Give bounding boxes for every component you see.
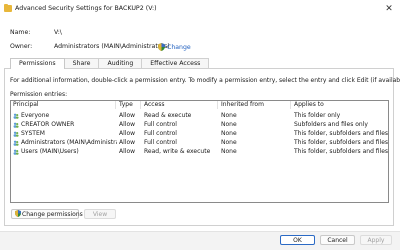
column-separator[interactable] xyxy=(140,101,141,109)
column-header-applies[interactable]: Applies to xyxy=(294,101,324,108)
tab-permissions[interactable]: Permissions xyxy=(10,58,65,69)
cell-inherited: None xyxy=(221,139,237,146)
cell-type: Allow xyxy=(119,148,136,155)
column-header-type[interactable]: Type xyxy=(119,101,133,108)
cell-inherited: None xyxy=(221,121,237,128)
cell-inherited: None xyxy=(221,130,237,137)
column-separator[interactable] xyxy=(290,101,291,109)
cell-access: Full control xyxy=(144,139,177,146)
cell-access: Full control xyxy=(144,121,177,128)
view-button[interactable]: View xyxy=(84,209,116,219)
cell-type: Allow xyxy=(119,130,136,137)
cell-access: Full control xyxy=(144,130,177,137)
column-header-access[interactable]: Access xyxy=(144,101,165,108)
cell-applies: This folder, subfolders and files xyxy=(294,148,388,155)
info-text: For additional information, double-click… xyxy=(10,77,400,84)
column-header-inherited[interactable]: Inherited from xyxy=(221,101,264,108)
cell-applies: This folder, subfolders and files xyxy=(294,139,388,146)
column-separator[interactable] xyxy=(217,101,218,109)
shield-icon xyxy=(158,43,165,51)
title-bar: Advanced Security Settings for BACKUP2 (… xyxy=(0,0,400,18)
cell-principal: Administrators (MAIN\Administrat... xyxy=(21,139,117,146)
permission-entries-label: Permission entries: xyxy=(10,91,68,98)
cell-access: Read & execute xyxy=(144,112,192,119)
name-label: Name: xyxy=(10,29,31,36)
apply-button[interactable]: Apply xyxy=(360,235,392,245)
name-value: V:\ xyxy=(54,29,62,36)
cell-type: Allow xyxy=(119,139,136,146)
cell-principal: CREATOR OWNER xyxy=(21,121,75,128)
change-owner-link[interactable]: Change xyxy=(158,43,191,51)
owner-value: Administrators (MAIN\Administrators) xyxy=(54,43,170,50)
user-group-icon xyxy=(13,131,19,137)
user-group-icon xyxy=(13,149,19,155)
tab-strip: Permissions Share Auditing Effective Acc… xyxy=(10,58,210,69)
cell-principal: Everyone xyxy=(21,112,50,119)
table-row[interactable]: Everyone Allow Read & execute None This … xyxy=(11,112,388,120)
cell-applies: Subfolders and files only xyxy=(294,121,368,128)
table-row[interactable]: Users (MAIN\Users) Allow Read, write & e… xyxy=(11,148,388,156)
column-header-principal[interactable]: Principal xyxy=(13,101,39,108)
ok-button[interactable]: OK xyxy=(280,235,315,245)
cell-type: Allow xyxy=(119,121,136,128)
folder-drive-icon xyxy=(4,4,12,12)
table-row[interactable]: SYSTEM Allow Full control None This fold… xyxy=(11,130,388,138)
close-button[interactable]: ✕ xyxy=(378,0,400,18)
user-group-icon xyxy=(13,113,19,119)
change-permissions-button[interactable]: Change permissions xyxy=(11,209,83,219)
cell-principal: SYSTEM xyxy=(21,130,45,137)
tab-share[interactable]: Share xyxy=(63,58,100,68)
cell-applies: This folder, subfolders and files xyxy=(294,130,388,137)
tab-auditing[interactable]: Auditing xyxy=(98,58,143,68)
cell-applies: This folder only xyxy=(294,112,341,119)
change-permissions-label: Change permissions xyxy=(22,211,83,218)
tab-effective-access[interactable]: Effective Access xyxy=(141,58,210,68)
owner-label: Owner: xyxy=(10,43,33,50)
cell-inherited: None xyxy=(221,148,237,155)
advanced-security-window: Advanced Security Settings for BACKUP2 (… xyxy=(0,0,400,250)
table-row[interactable]: CREATOR OWNER Allow Full control None Su… xyxy=(11,121,388,129)
window-title: Advanced Security Settings for BACKUP2 (… xyxy=(15,5,157,12)
column-separator[interactable] xyxy=(115,101,116,109)
cell-access: Read, write & execute xyxy=(144,148,211,155)
user-group-icon xyxy=(13,140,19,146)
change-link-label[interactable]: Change xyxy=(167,44,191,51)
shield-icon xyxy=(15,210,21,217)
user-group-icon xyxy=(13,122,19,128)
cell-inherited: None xyxy=(221,112,237,119)
cell-type: Allow xyxy=(119,112,136,119)
table-row[interactable]: Administrators (MAIN\Administrat... Allo… xyxy=(11,139,388,147)
cell-principal: Users (MAIN\Users) xyxy=(21,148,79,155)
cancel-button[interactable]: Cancel xyxy=(320,235,355,245)
